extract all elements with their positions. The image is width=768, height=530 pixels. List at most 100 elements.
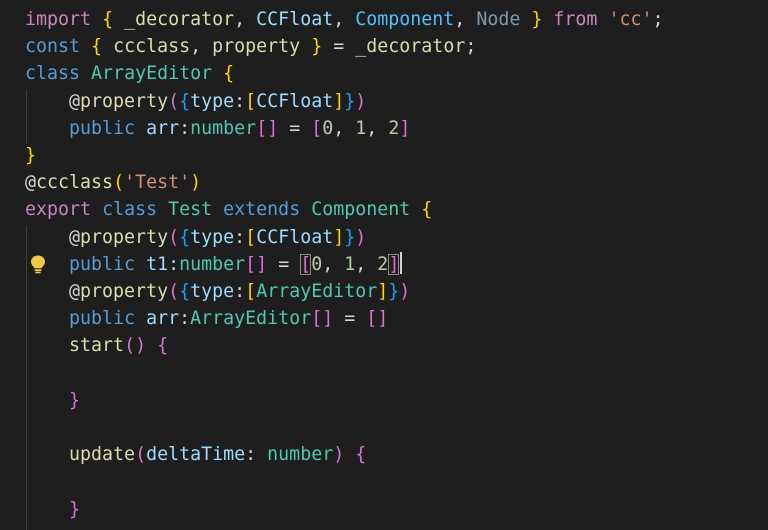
code-token: from <box>553 9 598 30</box>
code-line[interactable]: update(deltaTime: number) { <box>25 441 366 468</box>
code-token: type <box>190 226 235 248</box>
code-line[interactable]: import { _decorator, CCFloat, Component,… <box>25 6 663 33</box>
code-token: () <box>124 335 147 357</box>
code-token: public <box>69 308 136 330</box>
code-token: arr <box>146 308 180 330</box>
code-token: { <box>179 226 191 248</box>
code-line[interactable]: start() { <box>25 332 168 359</box>
code-token: class <box>102 199 158 221</box>
code-token: ) <box>355 226 367 248</box>
code-token: } <box>69 389 81 411</box>
code-token: ) <box>399 281 411 302</box>
code-line[interactable]: public t1:number[] = [0, 1, 2] <box>25 251 403 278</box>
code-token: [ <box>311 117 323 139</box>
code-token: start <box>69 335 125 357</box>
code-token: ( <box>113 172 125 194</box>
code-token: : <box>245 444 268 466</box>
code-line[interactable]: @property({type:[ArrayEditor]}) <box>25 278 410 305</box>
code-token: property <box>80 90 169 112</box>
code-token: public <box>69 253 136 275</box>
code-token: @ <box>25 90 81 112</box>
code-line[interactable]: public arr:number[] = [0, 1, 2] <box>25 115 410 142</box>
code-token: _decorator <box>113 9 235 30</box>
code-token: [ <box>245 226 257 248</box>
code-token: ] <box>333 226 345 248</box>
code-token: : <box>234 281 246 302</box>
code-token: = <box>278 117 312 139</box>
code-line[interactable]: export class Test extends Component { <box>25 196 432 223</box>
code-token: ) <box>190 172 202 194</box>
code-token: ArrayEditor <box>256 281 378 302</box>
code-token: ] <box>399 117 411 139</box>
code-line[interactable]: @ccclass('Test') <box>25 169 201 196</box>
code-token: number <box>267 444 334 466</box>
code-token: 2 <box>388 117 400 139</box>
code-token: [ <box>245 281 257 302</box>
code-token: type <box>190 90 235 112</box>
code-token: : <box>179 117 191 139</box>
code-token: CCFloat <box>256 9 334 30</box>
code-token: import <box>25 9 92 30</box>
code-token: } <box>311 36 323 58</box>
code-token: ( <box>168 90 180 112</box>
code-token: = <box>322 36 356 58</box>
code-token: { <box>91 36 103 58</box>
code-line[interactable]: class ArrayEditor { <box>25 60 234 87</box>
code-token: } <box>531 9 543 30</box>
code-token: arr <box>146 117 180 139</box>
code-line[interactable]: } <box>25 142 36 169</box>
code-token: 1 <box>344 253 356 275</box>
code-token: 0 <box>311 253 323 275</box>
code-token: ] <box>388 253 400 275</box>
code-token: Component <box>355 9 455 30</box>
code-token: t1 <box>146 253 169 275</box>
code-token: { <box>421 199 433 221</box>
code-editor[interactable]: import { _decorator, CCFloat, Component,… <box>0 0 768 530</box>
code-token: ( <box>168 281 180 302</box>
code-token: extends <box>223 199 301 221</box>
code-token: @ <box>25 172 37 194</box>
code-token: = <box>333 308 367 330</box>
code-token: : <box>234 226 246 248</box>
code-line[interactable]: } <box>25 387 80 414</box>
code-line[interactable]: @property({type:[CCFloat]}) <box>25 88 366 115</box>
code-token: Node <box>476 9 521 30</box>
code-token: ) <box>333 444 345 466</box>
code-token: const <box>25 36 81 58</box>
code-token: } <box>344 90 356 112</box>
code-token: _decorator <box>355 36 466 58</box>
code-token: [ <box>245 90 257 112</box>
code-line[interactable]: const { ccclass, property } = _decorator… <box>25 33 476 60</box>
code-token: CCFloat <box>256 90 334 112</box>
code-line[interactable]: @property({type:[CCFloat]}) <box>25 224 366 251</box>
code-token: ArrayEditor <box>91 63 213 85</box>
code-token: [] <box>366 308 389 330</box>
code-token: 2 <box>377 253 389 275</box>
code-token: , <box>333 9 356 30</box>
code-token: 'cc' <box>608 9 653 30</box>
code-token: { <box>355 444 367 466</box>
code-token: , <box>190 36 213 58</box>
code-line[interactable]: public arr:ArrayEditor[] = [] <box>25 305 388 332</box>
code-token: ( <box>168 226 180 248</box>
code-token: [] <box>256 117 279 139</box>
code-line[interactable]: } <box>25 496 80 523</box>
code-token: : <box>234 90 246 112</box>
code-token: property <box>80 226 169 248</box>
code-token: , <box>234 9 257 30</box>
code-token: , <box>355 253 378 275</box>
code-token: export <box>25 199 92 221</box>
